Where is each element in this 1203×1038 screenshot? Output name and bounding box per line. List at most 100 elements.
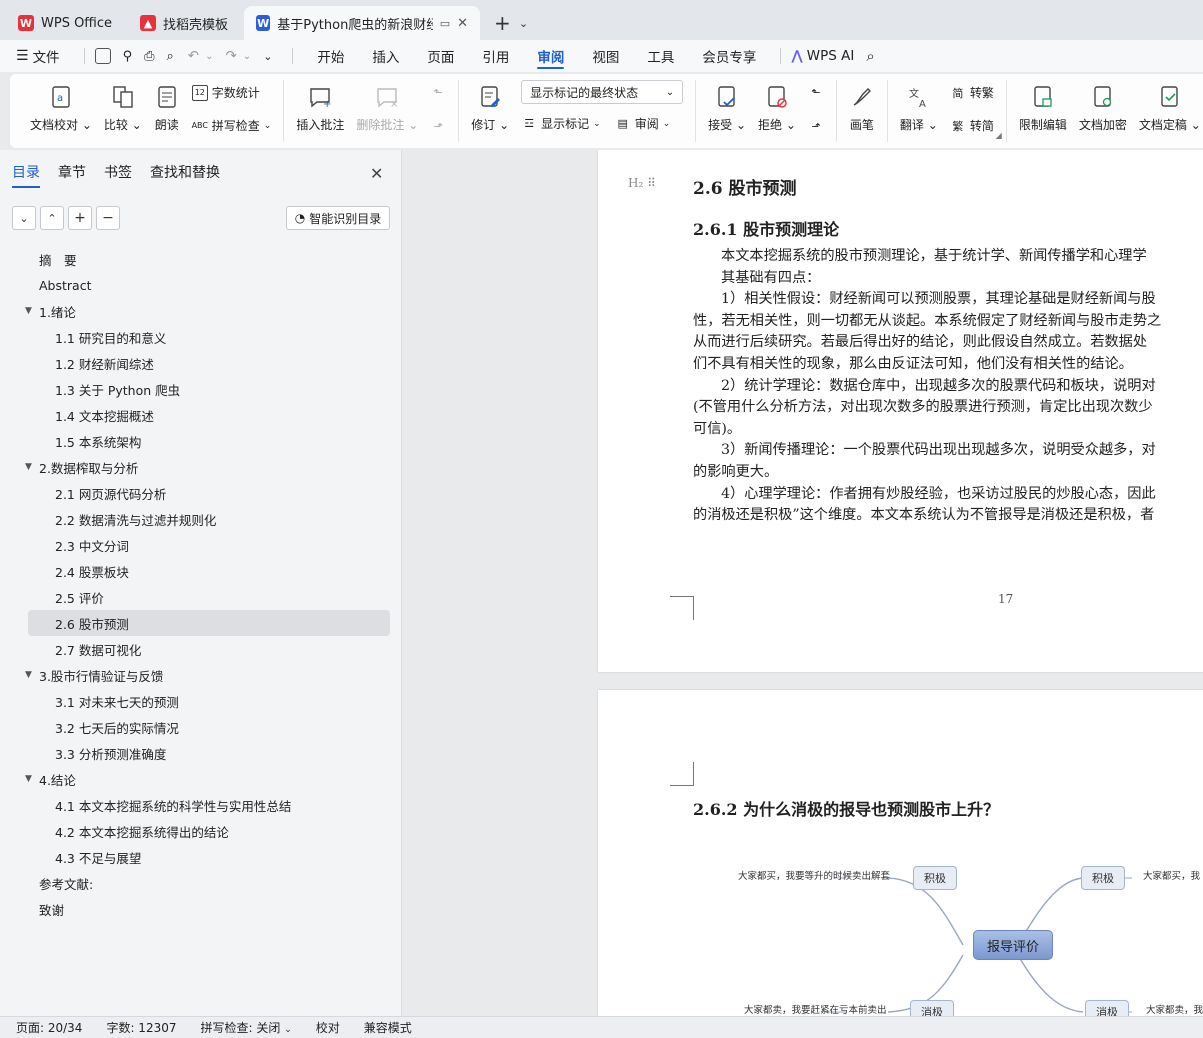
body-text[interactable]: 本文本挖掘系统的股市预测理论，基于统计学、新闻传播学和心理学 其基础有四点： 1）相… — [693, 246, 1203, 527]
proofing-indicator[interactable]: 校对 — [316, 1019, 340, 1036]
compare-button[interactable]: 比较 ⌄ — [104, 80, 142, 133]
toc-item[interactable]: 3.3 分析预测准确度 — [0, 740, 402, 766]
toc-item[interactable]: 2.3 中文分词 — [0, 532, 402, 558]
word-count-indicator[interactable]: 字数: 12307 — [106, 1019, 176, 1036]
tab-wps-office[interactable]: W WPS Office — [6, 6, 125, 40]
toc-item[interactable]: 摘 要 — [0, 246, 402, 272]
close-icon[interactable]: ✕ — [370, 164, 383, 183]
link-icon[interactable]: ⚲ — [123, 49, 133, 64]
reject-button[interactable]: 拒绝 ⌄ — [758, 80, 796, 133]
restrict-edit-button[interactable]: 限制编辑 — [1019, 80, 1067, 133]
close-icon[interactable]: ✕ — [457, 16, 468, 31]
toc-item[interactable]: 2.7 数据可视化 — [0, 636, 402, 662]
read-aloud-button[interactable]: 朗读 — [154, 80, 180, 133]
heading-2-6-1[interactable]: 2.6.1 股市预测理论 — [693, 216, 839, 240]
prev-comment-button[interactable]: ⬑ — [430, 84, 446, 100]
undo-icon[interactable]: ↶ — [188, 48, 199, 64]
toc-item[interactable]: 参考文献: — [0, 870, 402, 896]
menu-tab-insert[interactable]: 插入 — [372, 40, 399, 72]
undo-dropdown-icon[interactable]: ⌄ — [205, 51, 213, 62]
search-icon[interactable]: ⌕ — [866, 47, 874, 65]
toc-item[interactable]: 2.6 股市预测 — [28, 610, 390, 636]
toc-item[interactable]: 2.2 数据清洗与过滤并规则化 — [0, 506, 402, 532]
print-icon[interactable]: ⎙ — [144, 49, 154, 64]
toc-item[interactable]: 4.2 本文本挖掘系统得出的结论 — [0, 818, 402, 844]
toc-item[interactable]: 1.2 财经新闻综述 — [0, 350, 402, 376]
heading-level-icon[interactable]: H₂ ⠿ — [628, 176, 656, 190]
next-change-button[interactable]: ⬏ — [808, 118, 824, 134]
expand-corner-icon[interactable]: ◢ — [996, 131, 1002, 140]
pane-tab-find-replace[interactable]: 查找和替换 — [150, 162, 220, 188]
toc-item[interactable]: 2.4 股票板块 — [0, 558, 402, 584]
toc-item[interactable]: ▼ 3.股市行情验证与反馈 — [0, 662, 402, 688]
smart-toc-button[interactable]: ◔ 智能识别目录 — [286, 206, 390, 230]
translate-button[interactable]: 文A 翻译 ⌄ — [900, 80, 938, 133]
add-heading-button[interactable]: + — [68, 206, 92, 230]
mindmap-figure[interactable]: 报导评价 积极 积极 消极 消极 大家都买，我要等升的时候卖出解套 大家都买，我… — [728, 850, 1203, 1016]
finalize-button[interactable]: 文档定稿 ⌄ — [1139, 80, 1201, 133]
pane-tab-sections[interactable]: 章节 — [58, 162, 86, 188]
pane-tab-toc[interactable]: 目录 — [12, 162, 40, 188]
toc-item[interactable]: 1.5 本系统架构 — [0, 428, 402, 454]
toc-item[interactable]: 4.1 本文本挖掘系统的科学性与实用性总结 — [0, 792, 402, 818]
tab-document[interactable]: W 基于Python爬虫的新浪财经股 ▭ ✕ — [244, 6, 481, 40]
toc-item[interactable]: 2.5 评价 — [0, 584, 402, 610]
to-traditional-button[interactable]: 简转繁 — [950, 84, 994, 101]
redo-dropdown-icon[interactable]: ⌄ — [243, 51, 251, 62]
toc-item[interactable]: 1.3 关于 Python 爬虫 — [0, 376, 402, 402]
menu-tab-references[interactable]: 引用 — [482, 40, 509, 72]
heading-2-6[interactable]: 2.6 股市预测 — [693, 174, 797, 199]
expand-arrow-icon[interactable]: ▼ — [25, 670, 32, 680]
menu-tab-page[interactable]: 页面 — [427, 40, 454, 72]
menu-tab-home[interactable]: 开始 — [317, 40, 344, 72]
markup-state-select[interactable]: 显示标记的最终状态 ⌄ — [521, 80, 684, 104]
menu-tab-view[interactable]: 视图 — [592, 40, 619, 72]
toc-item[interactable]: 4.3 不足与展望 — [0, 844, 402, 870]
toc-item[interactable]: 1.4 文本挖掘概述 — [0, 402, 402, 428]
redo-icon[interactable]: ↷ — [225, 48, 236, 64]
menu-tab-member[interactable]: 会员专享 — [702, 40, 756, 72]
menu-tab-review[interactable]: 审阅 — [537, 40, 565, 72]
toc-item[interactable]: 1.1 研究目的和意义 — [0, 324, 402, 350]
review-pane-button[interactable]: ▤ 审阅 ⌄ — [615, 115, 671, 132]
remove-heading-button[interactable]: − — [96, 206, 120, 230]
toc-item[interactable]: 2.1 网页源代码分析 — [0, 480, 402, 506]
spell-check-button[interactable]: ABC 拼写检查 ⌄ — [192, 117, 272, 134]
menu-tab-tools[interactable]: 工具 — [647, 40, 674, 72]
toc-item[interactable]: 致谢 — [0, 896, 402, 922]
delete-comment-button[interactable]: × 删除批注 ⌄ — [356, 80, 418, 133]
toc-item[interactable]: ▼ 2.数据榨取与分析 — [0, 454, 402, 480]
toc-item[interactable]: ▼ 1.绪论 — [0, 298, 402, 324]
to-simplified-button[interactable]: 繁转简 — [950, 117, 994, 134]
wps-ai-button[interactable]: ⋀ WPS AI — [791, 48, 854, 64]
print-preview-icon[interactable]: ⌕ — [167, 49, 174, 64]
toc-item[interactable]: Abstract — [0, 272, 402, 298]
expand-arrow-icon[interactable]: ▼ — [25, 306, 32, 316]
show-markup-button[interactable]: ☲ 显示标记 ⌄ — [521, 115, 601, 132]
toc-item[interactable]: 3.2 七天后的实际情况 — [0, 714, 402, 740]
expand-arrow-icon[interactable]: ▼ — [25, 774, 32, 784]
more-chevron-icon[interactable]: ⌄ — [263, 50, 272, 63]
prev-change-button[interactable]: ⬑ — [808, 84, 824, 100]
word-count-button[interactable]: 12 字数统计 — [191, 84, 272, 101]
page-indicator[interactable]: 页面: 20/34 — [16, 1019, 82, 1036]
insert-comment-button[interactable]: + 插入批注 — [296, 80, 344, 133]
accept-button[interactable]: 接受 ⌄ — [708, 80, 746, 133]
track-changes-button[interactable]: 修订 ⌄ — [471, 80, 509, 133]
next-comment-button[interactable]: ⬏ — [430, 118, 446, 134]
toc-item[interactable]: 3.1 对未来七天的预测 — [0, 688, 402, 714]
tab-docer[interactable]: ▲ 找稻壳模板 — [128, 6, 241, 40]
doc-check-button[interactable]: a 文档校对 ⌄ — [30, 80, 92, 133]
save-icon[interactable] — [94, 48, 111, 64]
file-menu[interactable]: ☰ 文件 — [16, 46, 60, 66]
spell-check-indicator[interactable]: 拼写检查: 关闭 ⌄ — [201, 1019, 292, 1036]
heading-2-6-2[interactable]: 2.6.2 为什么消极的报导也预测股市上升？ — [693, 796, 999, 820]
encrypt-button[interactable]: 文档加密 — [1079, 80, 1127, 133]
expand-arrow-icon[interactable]: ▼ — [25, 462, 32, 472]
new-tab-button[interactable]: + ⌄ — [484, 6, 538, 40]
toc-item[interactable]: ▼ 4.结论 — [0, 766, 402, 792]
collapse-all-button[interactable]: ⌄ — [12, 206, 36, 230]
pane-tab-bookmarks[interactable]: 书签 — [104, 162, 132, 188]
pen-button[interactable]: 画笔 — [849, 80, 875, 133]
expand-up-button[interactable]: ⌃ — [40, 206, 64, 230]
